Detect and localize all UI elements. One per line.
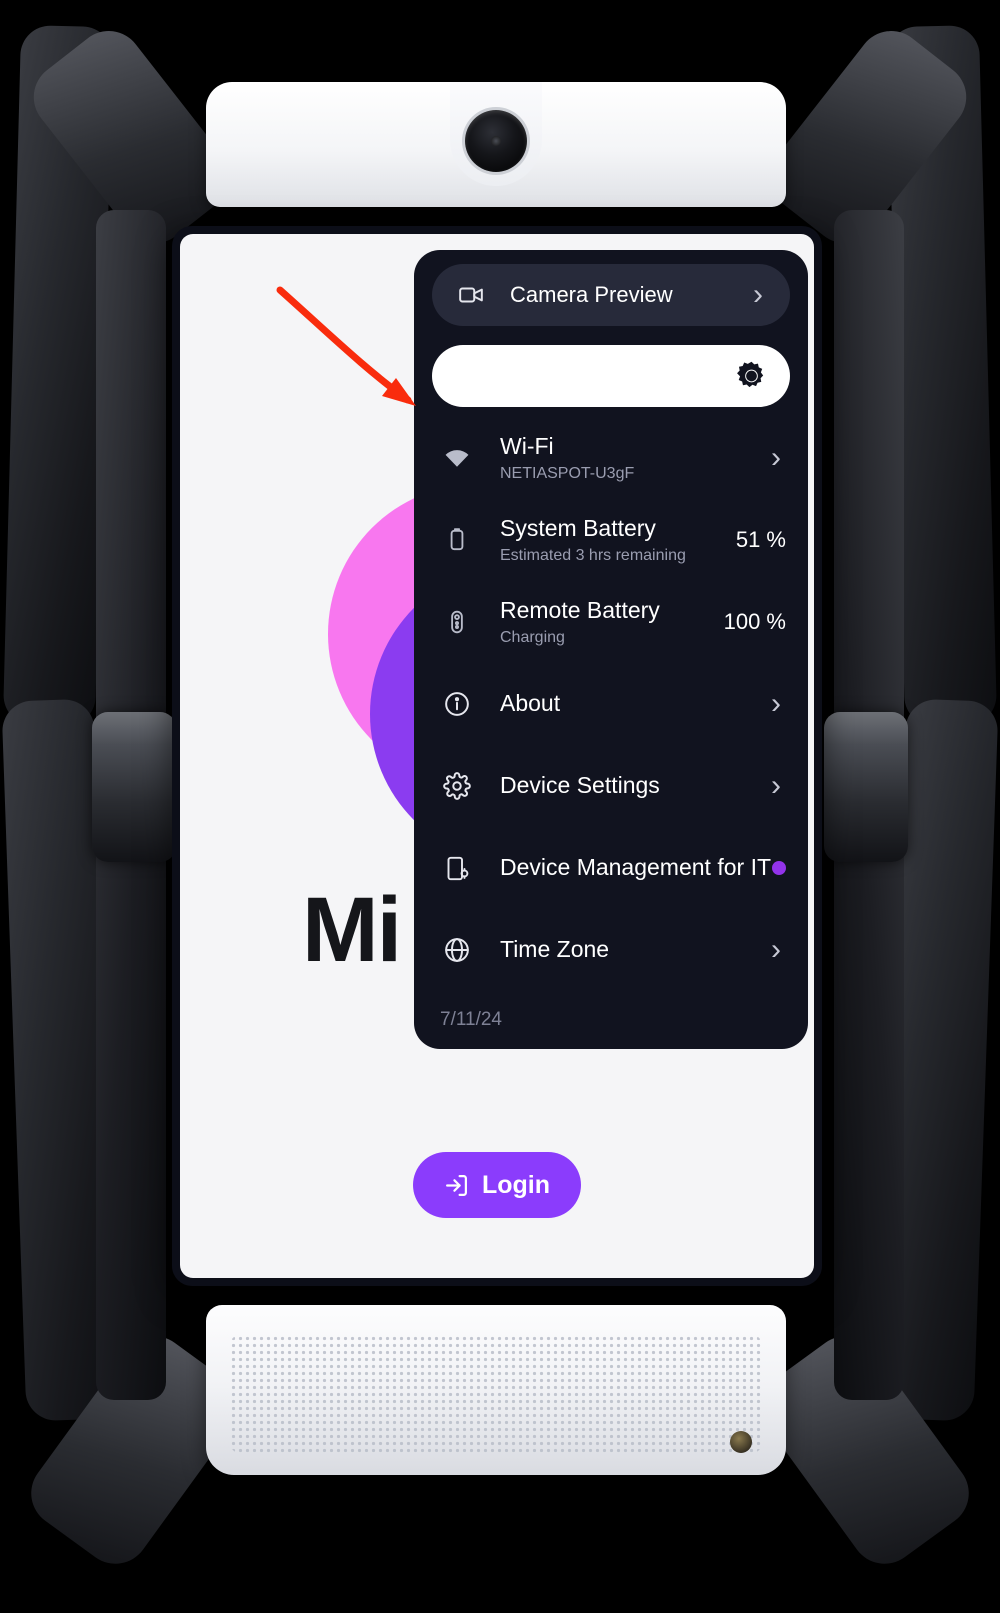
settings-row-device-management-texts: Device Management for IT bbox=[500, 854, 772, 881]
brightness-sun-icon[interactable] bbox=[735, 360, 768, 393]
settings-row-time-zone-title: Time Zone bbox=[500, 936, 610, 963]
wifi-icon bbox=[440, 444, 474, 472]
system-battery-value: 51 % bbox=[735, 527, 786, 552]
login-icon bbox=[444, 1173, 469, 1198]
panel-date: 7/11/24 bbox=[440, 1009, 502, 1030]
settings-row-remote-battery-texts: Remote Battery Charging bbox=[500, 597, 714, 646]
settings-row-remote-battery[interactable]: Remote Battery Charging 100 % bbox=[414, 581, 808, 663]
settings-row-system-battery-title: System Battery bbox=[500, 515, 656, 542]
camera-lens-icon bbox=[465, 110, 527, 172]
settings-row-device-management-title: Device Management for IT bbox=[500, 854, 772, 881]
settings-row-about-texts: About bbox=[500, 690, 766, 717]
base-port bbox=[730, 1431, 752, 1453]
video-camera-icon bbox=[458, 282, 484, 308]
settings-row-time-zone[interactable]: Time Zone › bbox=[414, 909, 808, 991]
settings-row-device-management[interactable]: Device Management for IT bbox=[414, 827, 808, 909]
speaker-grille bbox=[230, 1335, 762, 1453]
settings-row-about-title: About bbox=[500, 690, 561, 717]
settings-row-wifi-texts: Wi-Fi NETIASPOT-U3gF bbox=[500, 433, 766, 482]
frame-joint-left bbox=[92, 712, 176, 862]
settings-row-system-battery-texts: System Battery Estimated 3 hrs remaining bbox=[500, 515, 726, 564]
settings-row-remote-battery-subtitle: Charging bbox=[500, 628, 565, 646]
settings-row-system-battery[interactable]: System Battery Estimated 3 hrs remaining… bbox=[414, 499, 808, 581]
gear-icon bbox=[440, 772, 474, 800]
settings-row-wifi[interactable]: Wi-Fi NETIASPOT-U3gF › bbox=[414, 417, 808, 499]
notification-dot bbox=[772, 861, 786, 875]
globe-icon bbox=[440, 936, 474, 964]
settings-row-wifi-subtitle: NETIASPOT-U3gF bbox=[500, 464, 635, 482]
settings-row-device-settings-texts: Device Settings bbox=[500, 772, 766, 799]
device-base bbox=[206, 1305, 786, 1475]
info-circle-icon bbox=[440, 690, 474, 718]
screen-content: Mi Login Camera Preview › Wi-Fi NETIASPO… bbox=[180, 234, 814, 1278]
device-management-icon bbox=[440, 855, 474, 882]
camera-bar bbox=[206, 82, 786, 207]
settings-row-system-battery-subtitle: Estimated 3 hrs remaining bbox=[500, 546, 686, 564]
frame-joint-right bbox=[824, 712, 908, 862]
brightness-slider[interactable] bbox=[432, 345, 790, 407]
remote-battery-icon bbox=[440, 609, 474, 635]
settings-row-about[interactable]: About › bbox=[414, 663, 808, 745]
device-screen-bezel: Mi Login Camera Preview › Wi-Fi NETIASPO… bbox=[172, 226, 822, 1286]
chevron-right-icon: › bbox=[771, 687, 781, 720]
battery-icon bbox=[440, 527, 474, 553]
settings-panel: Camera Preview › Wi-Fi NETIASPOT-U3gF › … bbox=[414, 250, 808, 1049]
settings-row-remote-battery-title: Remote Battery bbox=[500, 597, 660, 624]
settings-row-device-settings[interactable]: Device Settings › bbox=[414, 745, 808, 827]
chevron-right-icon: › bbox=[771, 769, 781, 802]
settings-row-time-zone-texts: Time Zone bbox=[500, 936, 766, 963]
camera-preview-row[interactable]: Camera Preview › bbox=[432, 264, 790, 326]
settings-row-wifi-title: Wi-Fi bbox=[500, 433, 554, 460]
screenshot-stage: Mi Login Camera Preview › Wi-Fi NETIASPO… bbox=[0, 0, 1000, 1613]
chevron-right-icon: › bbox=[753, 278, 763, 311]
remote-battery-value: 100 % bbox=[723, 609, 786, 634]
chevron-right-icon: › bbox=[771, 441, 781, 474]
chevron-right-icon: › bbox=[771, 933, 781, 966]
settings-row-device-settings-title: Device Settings bbox=[500, 772, 660, 799]
brand-wordmark: Mi bbox=[302, 879, 402, 981]
login-button-label: Login bbox=[481, 1170, 551, 1199]
login-button[interactable]: Login bbox=[413, 1152, 581, 1218]
camera-preview-label: Camera Preview bbox=[510, 282, 673, 307]
